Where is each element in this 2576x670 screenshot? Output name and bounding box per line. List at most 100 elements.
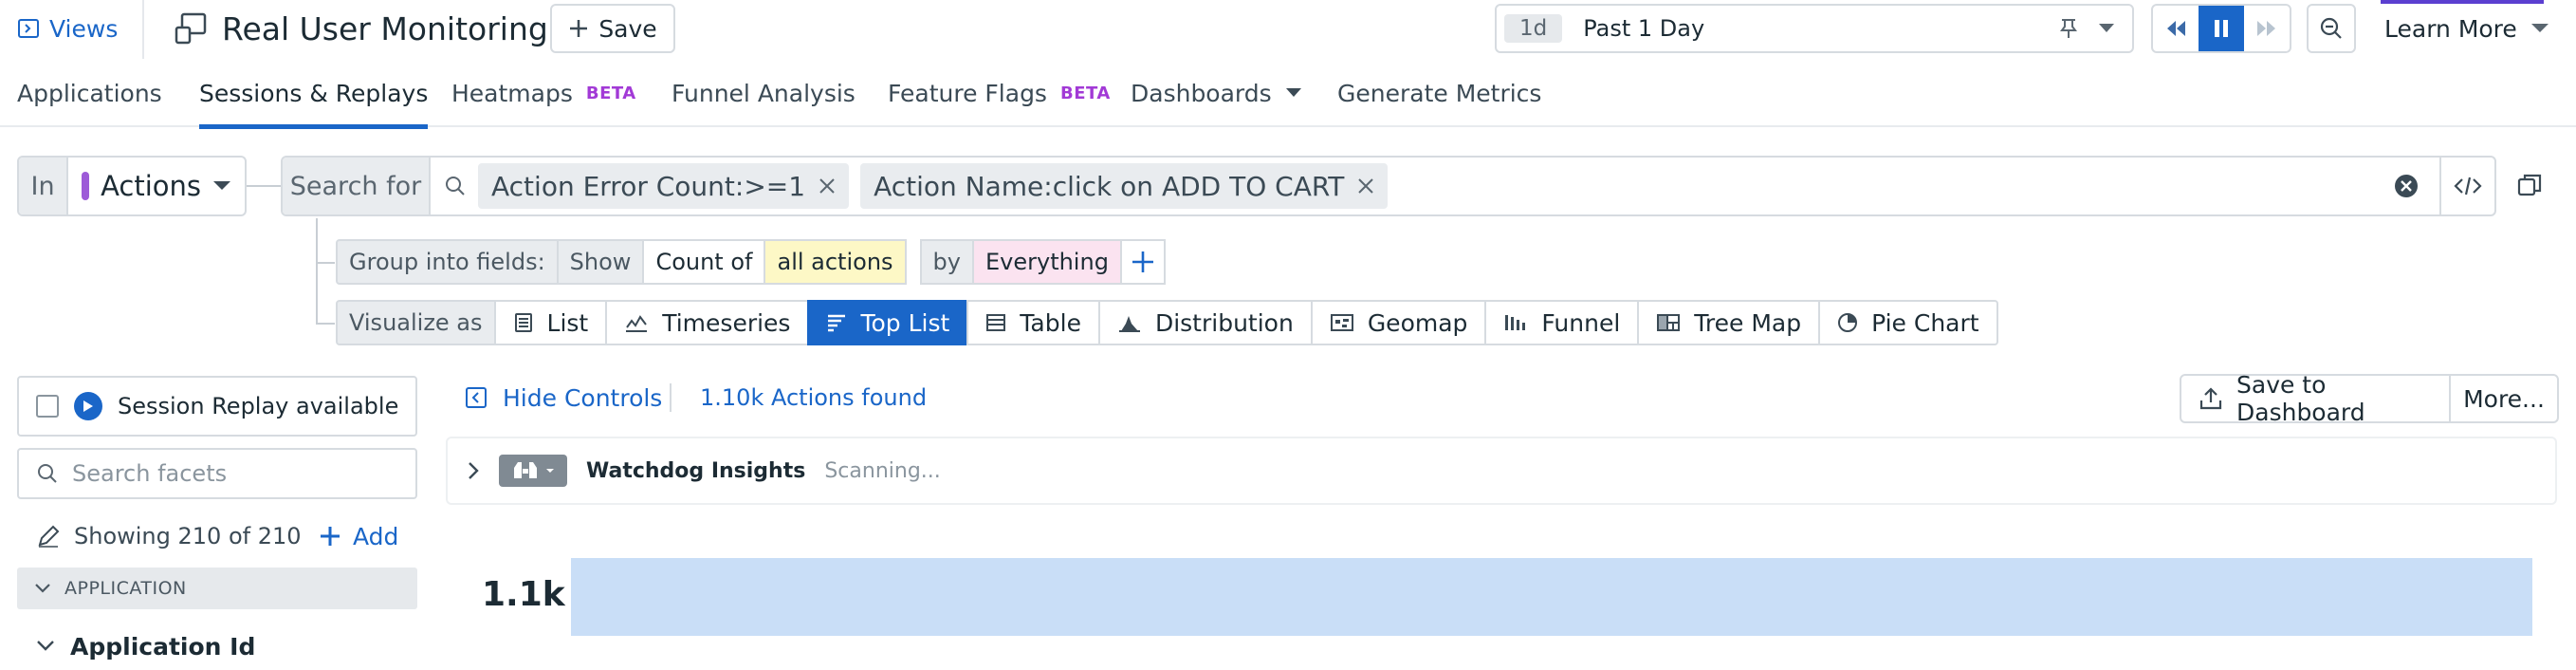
facet-label: Application Id [70,632,256,661]
remove-filter-icon[interactable] [819,177,836,195]
viz-distribution-button[interactable]: Distribution [1097,300,1313,345]
add-facet-button[interactable]: Add [319,520,398,552]
fast-forward-button[interactable] [2244,6,2290,51]
aggregation-selector[interactable]: Count of [642,239,766,285]
viz-funnel-button[interactable]: Funnel [1484,300,1640,345]
tab-sessions-replays[interactable]: Sessions & Replays [199,59,429,129]
pause-button[interactable] [2199,6,2244,51]
chevron-down-icon [36,640,55,653]
pencil-icon[interactable] [36,524,61,549]
search-icon [36,462,59,485]
toplist-bar[interactable] [571,558,2532,636]
viz-table-button[interactable]: Table [966,300,1100,345]
tree-map-icon [1656,312,1681,333]
data-source-value: Actions [101,170,201,202]
timeseries-icon [624,312,649,333]
viz-list-button[interactable]: List [493,300,608,345]
search-for-label: Search for [283,158,431,214]
data-source-dropdown[interactable]: Actions [68,158,245,214]
facet-search-input[interactable]: Search facets [17,448,417,499]
hide-controls-button[interactable]: Hide Controls [465,382,662,414]
show-label: Show [556,239,645,285]
learn-more-label: Learn More [2384,14,2517,43]
tab-label: Funnel Analysis [672,79,856,107]
tab-label: Heatmaps [451,79,573,107]
results-count: 1.10k Actions found [700,384,928,411]
code-view-button[interactable] [2439,158,2494,214]
facet-search-placeholder: Search facets [72,460,228,487]
tab-dashboards[interactable]: Dashboards [1131,59,1302,127]
facet-application-id[interactable]: Application Id [36,630,255,662]
data-source-selector: In Actions [17,156,247,216]
header-divider [142,0,144,59]
rewind-button[interactable] [2153,6,2199,51]
actions-color-marker [82,172,90,200]
chevron-down-icon[interactable] [2098,23,2115,34]
clear-search-icon[interactable] [2394,174,2419,198]
visualize-as-label: Visualize as [336,300,496,345]
pin-icon[interactable] [2058,17,2079,40]
list-icon [513,312,534,333]
filter-pill-error-count[interactable]: Action Error Count:>=1 [478,163,850,209]
zoom-out-icon [2319,16,2344,41]
tab-applications[interactable]: Applications [17,59,162,127]
measure-selector[interactable]: all actions [764,239,907,285]
distribution-icon [1117,312,1142,333]
time-range-picker[interactable]: 1d Past 1 Day [1495,4,2134,53]
more-options-button[interactable]: More... [2449,374,2559,423]
rum-nav-tabs: Applications Sessions & Replays Heatmaps… [0,59,2576,129]
save-view-button[interactable]: Save [550,4,675,53]
learn-more-button[interactable]: Learn More [2371,4,2576,53]
zoom-out-button[interactable] [2307,4,2356,53]
viz-label: Funnel [1541,308,1621,337]
more-label: More... [2463,384,2545,413]
viz-top-list-button[interactable]: Top List [807,300,969,345]
tab-heatmaps[interactable]: Heatmaps BETA [451,59,636,127]
views-button[interactable]: Views [17,9,118,47]
results-divider [670,383,672,412]
chevron-down-icon [2530,23,2549,34]
remove-filter-icon[interactable] [1357,177,1374,195]
page-title-group: Real User Monitoring [173,6,548,51]
plus-icon [1131,250,1155,274]
page-title: Real User Monitoring [222,9,548,47]
save-to-dashboard-label: Save to Dashboard [2236,371,2365,426]
replay-play-icon [74,392,102,420]
viz-label: Geomap [1367,308,1468,337]
session-replay-checkbox[interactable] [36,395,59,418]
group-into-fields-label: Group into fields: [336,239,559,285]
save-to-dashboard-button[interactable]: Save to Dashboard [2180,371,2451,426]
viz-label: List [546,308,589,337]
facet-group-application[interactable]: APPLICATION [17,568,417,609]
tab-funnel-analysis[interactable]: Funnel Analysis [672,59,856,127]
tab-feature-flags[interactable]: Feature Flags BETA [888,59,1111,127]
tab-generate-metrics[interactable]: Generate Metrics [1337,59,1541,127]
facet-count: Showing 210 of 210 [36,520,302,552]
filter-pill-action-name[interactable]: Action Name:click on ADD TO CART [860,163,1389,209]
group-by-selector[interactable]: Everything [971,239,1122,285]
viz-pie-chart-button[interactable]: Pie Chart [1818,300,1998,345]
views-label: Views [49,14,119,43]
viz-timeseries-button[interactable]: Timeseries [605,300,810,345]
geomap-icon [1330,312,1354,333]
time-range-chip: 1d [1504,14,1563,43]
add-group-button[interactable] [1119,239,1166,285]
sidebar-toggle-icon [17,17,40,40]
watchdog-insights-panel[interactable]: Watchdog Insights Scanning... [446,437,2557,505]
viz-label: Top List [860,308,950,337]
session-replay-label: Session Replay available [118,393,399,419]
tab-label: Feature Flags [888,79,1047,107]
tab-label: Sessions & Replays [199,79,429,107]
duplicate-query-icon[interactable] [2515,171,2544,199]
toplist-value-label: 1.1k [482,575,565,614]
chevron-right-icon[interactable] [467,460,480,481]
viz-label: Tree Map [1694,308,1802,337]
session-replay-filter[interactable]: Session Replay available [17,376,417,437]
watchdog-status: Scanning... [824,458,941,483]
plus-icon [319,525,341,548]
viz-tree-map-button[interactable]: Tree Map [1637,300,1821,345]
search-query-box[interactable]: Search for Action Error Count:>=1 Action… [281,156,2496,216]
chevron-down-icon [212,180,231,192]
viz-geomap-button[interactable]: Geomap [1310,300,1487,345]
query-tree-line [316,218,318,323]
